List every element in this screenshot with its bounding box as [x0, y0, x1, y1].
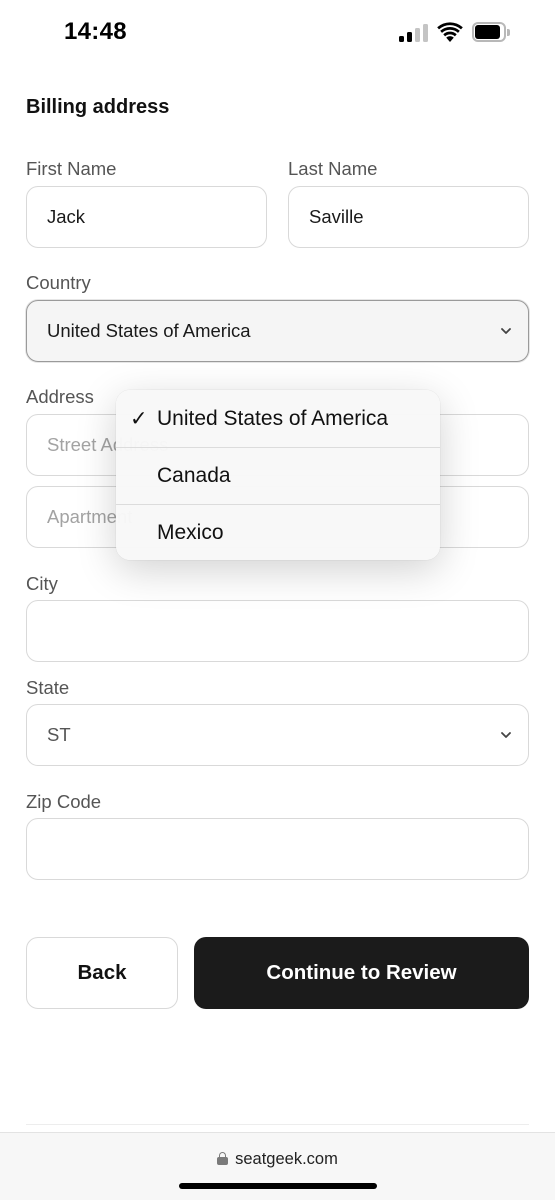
url-text: seatgeek.com [235, 1150, 338, 1168]
status-time: 14:48 [64, 18, 127, 45]
section-title: Billing address [26, 96, 170, 118]
country-select[interactable]: United States of America [26, 300, 529, 362]
first-name-input[interactable]: Jack [26, 186, 267, 248]
state-select[interactable]: ST [26, 704, 529, 766]
battery-icon [472, 22, 510, 42]
back-button[interactable]: Back [26, 937, 178, 1009]
city-label: City [26, 573, 58, 594]
dropdown-option-label: United States of America [157, 406, 389, 430]
lock-icon [217, 1152, 229, 1165]
last-name-input[interactable]: Saville [288, 186, 529, 248]
first-name-label: First Name [26, 158, 117, 179]
continue-to-review-button[interactable]: Continue to Review [194, 937, 529, 1009]
dropdown-option-usa[interactable]: ✓ United States of America [116, 390, 440, 447]
browser-bar-divider [0, 1132, 555, 1133]
dropdown-option-label: Canada [157, 464, 231, 487]
dropdown-option-mexico[interactable]: Mexico [116, 504, 440, 560]
state-label: State [26, 677, 70, 698]
wifi-icon [437, 22, 463, 42]
last-name-label: Last Name [288, 158, 378, 179]
zip-code-input[interactable] [26, 818, 529, 880]
dropdown-option-canada[interactable]: Canada [116, 447, 440, 504]
url-display[interactable]: seatgeek.com [0, 1150, 555, 1169]
cellular-signal-icon [399, 22, 429, 42]
zip-code-label: Zip Code [26, 791, 102, 812]
chevron-down-icon [501, 328, 511, 334]
content-divider [26, 1124, 529, 1125]
city-input[interactable] [26, 600, 529, 662]
dropdown-option-label: Mexico [157, 521, 224, 544]
chevron-down-icon [501, 732, 511, 738]
state-select-value: ST [47, 724, 71, 745]
checkmark-icon: ✓ [130, 407, 148, 430]
home-indicator[interactable] [179, 1183, 377, 1189]
country-dropdown-menu: ✓ United States of America Canada Mexico [116, 390, 440, 560]
country-label: Country [26, 272, 91, 293]
address-label: Address [26, 386, 94, 407]
status-bar: 14:48 [0, 0, 555, 66]
country-select-value: United States of America [47, 320, 251, 341]
